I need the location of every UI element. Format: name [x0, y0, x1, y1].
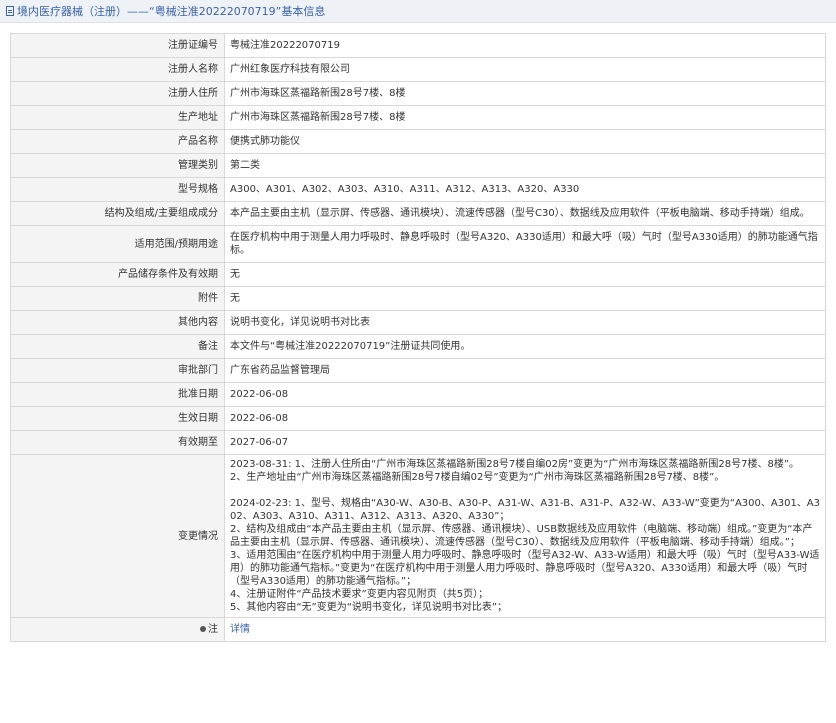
row-value: 2022-06-08 — [224, 382, 826, 407]
table-row: 有效期至 2027-06-07 — [10, 430, 826, 455]
row-label: 注册人住所 — [10, 81, 225, 106]
table-row: 审批部门 广东省药品监督管理局 — [10, 358, 826, 383]
row-value: 无 — [224, 262, 826, 287]
row-value: 2022-06-08 — [224, 406, 826, 431]
row-value: 本产品主要由主机（显示屏、传感器、通讯模块）、流速传感器（型号C30）、数据线及… — [224, 201, 826, 226]
row-value: A300、A301、A302、A303、A310、A311、A312、A313、… — [224, 177, 826, 202]
note-label: 注 — [208, 624, 218, 635]
table-row: 注册人住所 广州市海珠区蒸福路新围28号7楼、8楼 — [10, 81, 826, 106]
row-value: 粤械注准20222070719 — [224, 33, 826, 58]
table-row: 注册人名称 广州红象医疗科技有限公司 — [10, 57, 826, 82]
table-row: 注册证编号 粤械注准20222070719 — [10, 33, 826, 58]
row-value: 广州红象医疗科技有限公司 — [224, 57, 826, 82]
row-value: 广东省药品监督管理局 — [224, 358, 826, 383]
change-line: 2、生产地址由“广州市海珠区蒸福路新围28号7楼自编02号”变更为“广州市海珠区… — [230, 472, 725, 483]
table-row: 产品名称 便携式肺功能仪 — [10, 129, 826, 154]
row-label: 管理类别 — [10, 153, 225, 178]
row-label: 适用范围/预期用途 — [10, 225, 225, 263]
row-value: 无 — [224, 286, 826, 311]
table-row: 产品储存条件及有效期无 — [10, 262, 826, 287]
row-value: 广州市海珠区蒸福路新围28号7楼、8楼 — [224, 81, 826, 106]
row-label: 备注 — [10, 334, 225, 359]
row-label: 产品储存条件及有效期 — [10, 262, 225, 287]
row-label: 批准日期 — [10, 382, 225, 407]
row-label: 注册人名称 — [10, 57, 225, 82]
row-label: 型号规格 — [10, 177, 225, 202]
row-label: 其他内容 — [10, 310, 225, 335]
change-line: 2、结构及组成由“本产品主要由主机（显示屏、传感器、通讯模块）、USB数据线及应… — [230, 524, 813, 548]
page-title: 境内医疗器械（注册）——“粤械注准20222070719”基本信息 — [17, 5, 326, 18]
page-header: 境内医疗器械（注册）——“粤械注准20222070719”基本信息 — [0, 0, 836, 23]
change-line: 2024-02-23: 1、型号、规格由“A30-W、A30-B、A30-P、A… — [230, 498, 821, 522]
row-label: 附件 — [10, 286, 225, 311]
row-label: 生产地址 — [10, 105, 225, 130]
row-label: 有效期至 — [10, 430, 225, 455]
change-label: 变更情况 — [10, 454, 225, 618]
table-row: 结构及组成/主要组成成分 本产品主要由主机（显示屏、传感器、通讯模块）、流速传感器… — [10, 201, 826, 226]
change-line: 5、其他内容由“无”变更为“说明书变化，详见说明书对比表”； — [230, 602, 508, 613]
table-row: 生产地址 广州市海珠区蒸福路新围28号7楼、8楼 — [10, 105, 826, 130]
table-row: 备注 本文件与“粤械注准20222070719”注册证共同使用。 — [10, 334, 826, 359]
table-row: 适用范围/预期用途 在医疗机构中用于测量人用力呼吸时、静息呼吸时（型号A320、A… — [10, 225, 826, 263]
info-table: 注册证编号 粤械注准20222070719 注册人名称 广州红象医疗科技有限公司 注… — [10, 33, 826, 642]
note-label-cell: 注 — [10, 617, 225, 642]
note-row: 注 详情 — [10, 617, 826, 642]
row-label: 生效日期 — [10, 406, 225, 431]
row-value: 说明书变化，详见说明书对比表 — [224, 310, 826, 335]
info-table-body: 注册证编号 粤械注准20222070719 注册人名称 广州红象医疗科技有限公司 注… — [10, 33, 826, 642]
row-value: 本文件与“粤械注准20222070719”注册证共同使用。 — [224, 334, 826, 359]
table-row: 生效日期 2022-06-08 — [10, 406, 826, 431]
row-label: 结构及组成/主要组成成分 — [10, 201, 225, 226]
row-value: 广州市海珠区蒸福路新围28号7楼、8楼 — [224, 105, 826, 130]
change-spacer — [230, 484, 820, 497]
table-row: 附件无 — [10, 286, 826, 311]
row-label: 审批部门 — [10, 358, 225, 383]
table-row: 其他内容 说明书变化，详见说明书对比表 — [10, 310, 826, 335]
document-icon — [6, 6, 14, 16]
pin-icon — [200, 626, 206, 632]
table-row: 型号规格 A300、A301、A302、A303、A310、A311、A312、A… — [10, 177, 826, 202]
table-row: 管理类别 第二类 — [10, 153, 826, 178]
change-line: 4、注册证附件“产品技术要求”变更内容见附页（共5页）； — [230, 589, 489, 600]
details-link[interactable]: 详情 — [230, 624, 250, 635]
row-label: 产品名称 — [10, 129, 225, 154]
row-value: 第二类 — [224, 153, 826, 178]
note-value-cell: 详情 — [224, 617, 826, 642]
row-value: 在医疗机构中用于测量人用力呼吸时、静息呼吸时（型号A320、A330适用）和最大… — [224, 225, 826, 263]
change-row: 变更情况 2023-08-31: 1、注册人住所由“广州市海珠区蒸福路新围28号… — [10, 454, 826, 618]
change-line: 3、适用范围由“在医疗机构中用于测量人用力呼吸时、静息呼吸时（型号A32-W、A… — [230, 550, 820, 587]
change-line: 2023-08-31: 1、注册人住所由“广州市海珠区蒸福路新围28号7楼自编0… — [230, 459, 800, 470]
row-value: 2027-06-07 — [224, 430, 826, 455]
row-label: 注册证编号 — [10, 33, 225, 58]
change-content: 2023-08-31: 1、注册人住所由“广州市海珠区蒸福路新围28号7楼自编0… — [224, 454, 826, 618]
row-value: 便携式肺功能仪 — [224, 129, 826, 154]
table-row: 批准日期 2022-06-08 — [10, 382, 826, 407]
